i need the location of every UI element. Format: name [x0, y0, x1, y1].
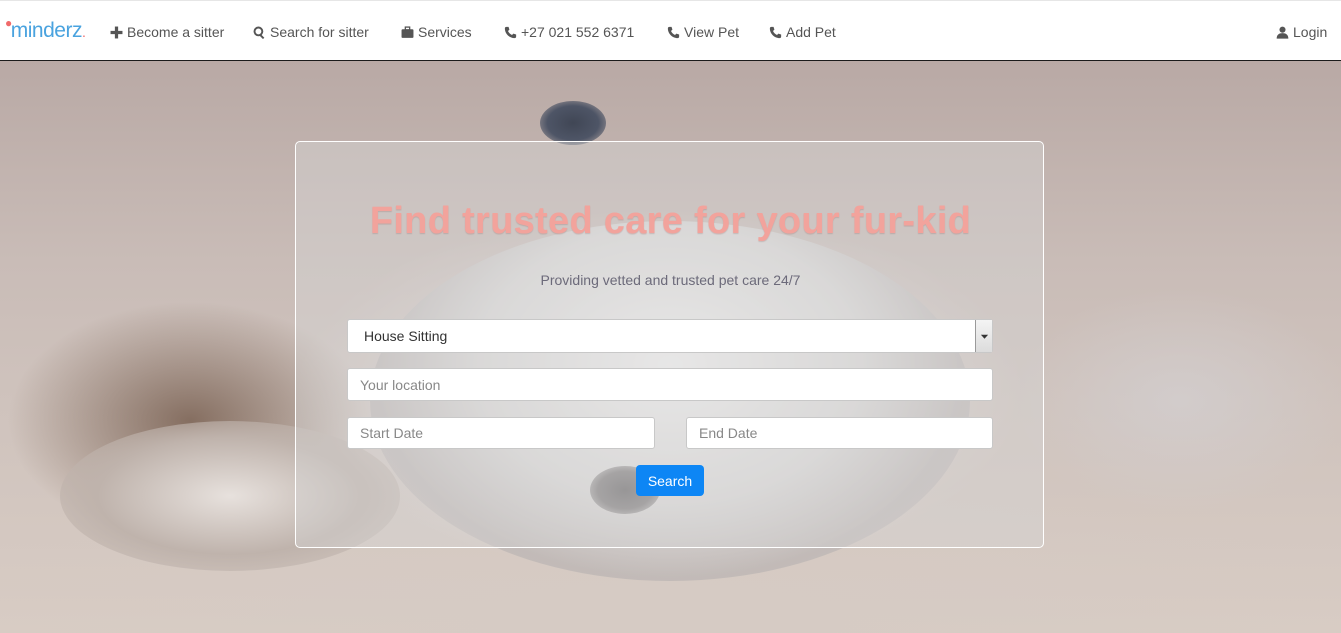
briefcase-icon — [401, 25, 414, 38]
location-input[interactable]: Your location — [347, 368, 993, 401]
location-placeholder: Your location — [360, 376, 441, 393]
search-panel: Find trusted care for your fur-kid Provi… — [295, 141, 1044, 548]
nav-services[interactable]: Services — [401, 21, 472, 43]
phone-icon — [769, 26, 782, 38]
nav-label: Search for sitter — [270, 24, 369, 40]
select-dropdown-arrow[interactable] — [975, 320, 992, 352]
nav-label: Services — [418, 24, 472, 40]
nav-view-pet[interactable]: View Pet — [667, 21, 739, 43]
start-date-placeholder: Start Date — [360, 425, 424, 441]
nav-label: View Pet — [684, 24, 739, 40]
nav-phone-number[interactable]: +27 021 552 6371 — [504, 21, 634, 43]
hair-clip-shape — [540, 101, 606, 145]
minderz-logo[interactable]: ● minderz . — [5, 16, 86, 45]
chevron-down-icon — [980, 334, 988, 339]
end-date-input[interactable]: End Date — [686, 417, 993, 449]
phone-icon — [504, 26, 517, 38]
search-button[interactable]: Search — [636, 465, 704, 496]
start-date-input[interactable]: Start Date — [347, 417, 655, 449]
phone-icon — [667, 26, 680, 38]
logo-text: minderz — [10, 19, 83, 42]
hero-headline: Find trusted care for your fur-kid — [369, 200, 972, 242]
logo-suffix: . — [81, 24, 86, 40]
end-date-placeholder: End Date — [699, 425, 758, 441]
search-icon — [253, 26, 265, 39]
nav-label: Become a sitter — [127, 24, 225, 40]
service-select[interactable]: House Sitting — [347, 319, 993, 353]
nav-login[interactable]: Login — [1276, 21, 1327, 43]
nav-search-for-sitter[interactable]: Search for sitter — [253, 21, 369, 43]
service-select-value: House Sitting — [364, 328, 448, 344]
hero-subheadline: Providing vetted and trusted pet care 24… — [540, 272, 801, 288]
nav-add-pet[interactable]: Add Pet — [769, 21, 836, 43]
user-icon — [1276, 26, 1289, 39]
top-navbar: ● minderz . Become a sitter Search for s… — [0, 0, 1341, 61]
nav-label: +27 021 552 6371 — [521, 24, 635, 40]
plus-icon — [110, 26, 123, 38]
logo-dot: ● — [5, 16, 12, 30]
nav-label: Login — [1293, 24, 1328, 40]
nav-label: Add Pet — [786, 24, 836, 40]
nav-become-a-sitter[interactable]: Become a sitter — [110, 21, 224, 43]
